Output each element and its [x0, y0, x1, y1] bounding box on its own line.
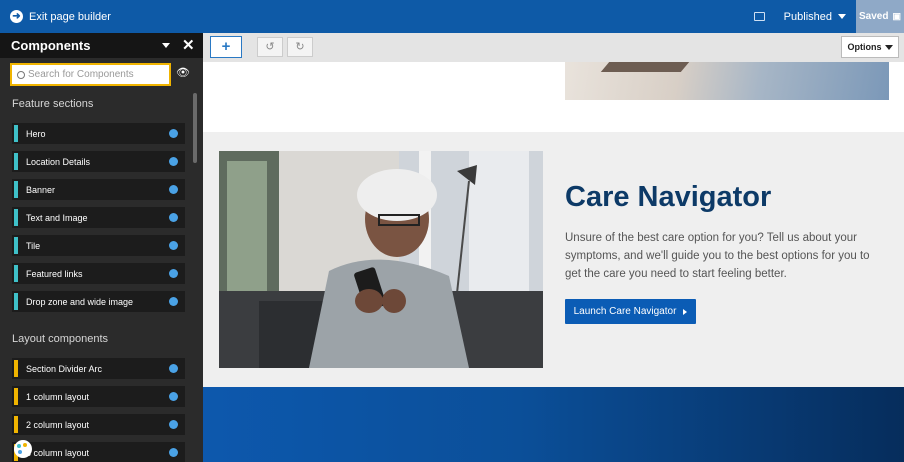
component-item-section-divider-arc[interactable]: Section Divider Arc [12, 358, 185, 379]
undo-button[interactable]: ↺ [257, 37, 283, 57]
accent-bar [14, 209, 18, 226]
saved-button[interactable]: Saved ▣ [856, 0, 904, 33]
search-placeholder: Search for Components [28, 69, 134, 80]
component-search-input[interactable]: Search for Components [10, 63, 171, 86]
exit-page-builder-button[interactable]: ➜ Exit page builder [10, 0, 111, 33]
component-item-location-details[interactable]: Location Details [12, 151, 185, 172]
saved-label: Saved [859, 11, 889, 22]
components-sidebar: Components ✕ Search for Components 👁 Fea… [0, 33, 203, 462]
chevron-down-icon [884, 44, 893, 50]
component-item-text-and-image[interactable]: Text and Image [12, 207, 185, 228]
exit-icon: ➜ [10, 10, 23, 23]
component-label: Hero [26, 128, 46, 139]
component-item-1-column-layout[interactable]: 1 column layout [12, 386, 185, 407]
accent-bar [14, 153, 18, 170]
add-circle-icon[interactable] [169, 185, 178, 194]
accent-bar [14, 416, 18, 433]
add-circle-icon[interactable] [169, 364, 178, 373]
woman-with-phone-image [219, 151, 543, 368]
search-icon [17, 70, 25, 79]
palette-icon[interactable] [14, 440, 32, 458]
add-circle-icon[interactable] [169, 241, 178, 250]
add-circle-icon[interactable] [169, 297, 178, 306]
component-label: Location Details [26, 156, 91, 167]
component-label: 3 column layout [26, 447, 90, 458]
accent-bar [14, 360, 18, 377]
chevron-right-icon [683, 308, 688, 315]
component-label: Section Divider Arc [26, 363, 103, 374]
redo-button[interactable]: ↻ [287, 37, 313, 57]
accent-bar [14, 181, 18, 198]
options-dropdown[interactable]: Options [841, 36, 899, 58]
component-item-drop-zone-wide-image[interactable]: Drop zone and wide image [12, 291, 185, 312]
section-title-feature: Feature sections [12, 98, 94, 110]
editor-toolbar: + ↺ ↻ Options [203, 33, 904, 62]
care-navigator-title: Care Navigator [565, 181, 772, 213]
components-menu-icon[interactable] [162, 43, 170, 48]
accent-bar [14, 237, 18, 254]
add-circle-icon[interactable] [169, 213, 178, 222]
accent-bar [14, 125, 18, 142]
top-bar: ➜ Exit page builder Published Saved ▣ [0, 0, 904, 33]
add-circle-icon[interactable] [169, 129, 178, 138]
eye-icon[interactable]: 👁 [176, 66, 190, 79]
add-circle-icon[interactable] [169, 448, 178, 457]
add-circle-icon[interactable] [169, 392, 178, 401]
publish-status-dropdown[interactable]: Published [774, 0, 856, 33]
sidebar-scrollbar[interactable] [193, 93, 197, 163]
launch-care-navigator-button[interactable]: Launch Care Navigator [565, 299, 696, 324]
hero-image-partial [565, 62, 889, 100]
accent-bar [14, 265, 18, 282]
preview-toggle-button[interactable] [746, 0, 774, 33]
component-label: Featured links [26, 268, 83, 279]
component-item-3-column-layout[interactable]: 3 column layout [12, 442, 185, 462]
accent-bar [14, 293, 18, 310]
blue-banner-section[interactable] [203, 387, 904, 462]
component-label: Tile [26, 240, 41, 251]
add-component-button[interactable]: + [210, 36, 242, 58]
component-item-banner[interactable]: Banner [12, 179, 185, 200]
accent-bar [14, 388, 18, 405]
options-label: Options [847, 42, 882, 52]
add-circle-icon[interactable] [169, 420, 178, 429]
component-item-2-column-layout[interactable]: 2 column layout [12, 414, 185, 435]
section-title-layout: Layout components [12, 333, 109, 345]
add-circle-icon[interactable] [169, 269, 178, 278]
page-canvas: Care Navigator Unsure of the best care o… [203, 62, 904, 462]
component-label: Banner [26, 184, 56, 195]
components-header: Components ✕ [0, 33, 203, 58]
publish-status-label: Published [783, 10, 832, 23]
component-item-tile[interactable]: Tile [12, 235, 185, 256]
launch-button-label: Launch Care Navigator [573, 306, 677, 317]
care-navigator-section[interactable]: Care Navigator Unsure of the best care o… [203, 132, 904, 387]
chevron-down-icon [838, 14, 846, 19]
save-icon: ▣ [892, 11, 901, 21]
care-navigator-description: Unsure of the best care option for you? … [565, 232, 870, 280]
close-icon[interactable]: ✕ [182, 36, 195, 54]
component-item-featured-links[interactable]: Featured links [12, 263, 185, 284]
preview-icon [754, 12, 766, 21]
add-circle-icon[interactable] [169, 157, 178, 166]
components-title: Components [11, 38, 91, 53]
component-label: Drop zone and wide image [26, 296, 134, 307]
component-label: 1 column layout [26, 391, 90, 402]
component-label: 2 column layout [26, 419, 90, 430]
component-label: Text and Image [26, 212, 88, 223]
exit-label: Exit page builder [29, 10, 111, 23]
component-item-hero[interactable]: Hero [12, 123, 185, 144]
